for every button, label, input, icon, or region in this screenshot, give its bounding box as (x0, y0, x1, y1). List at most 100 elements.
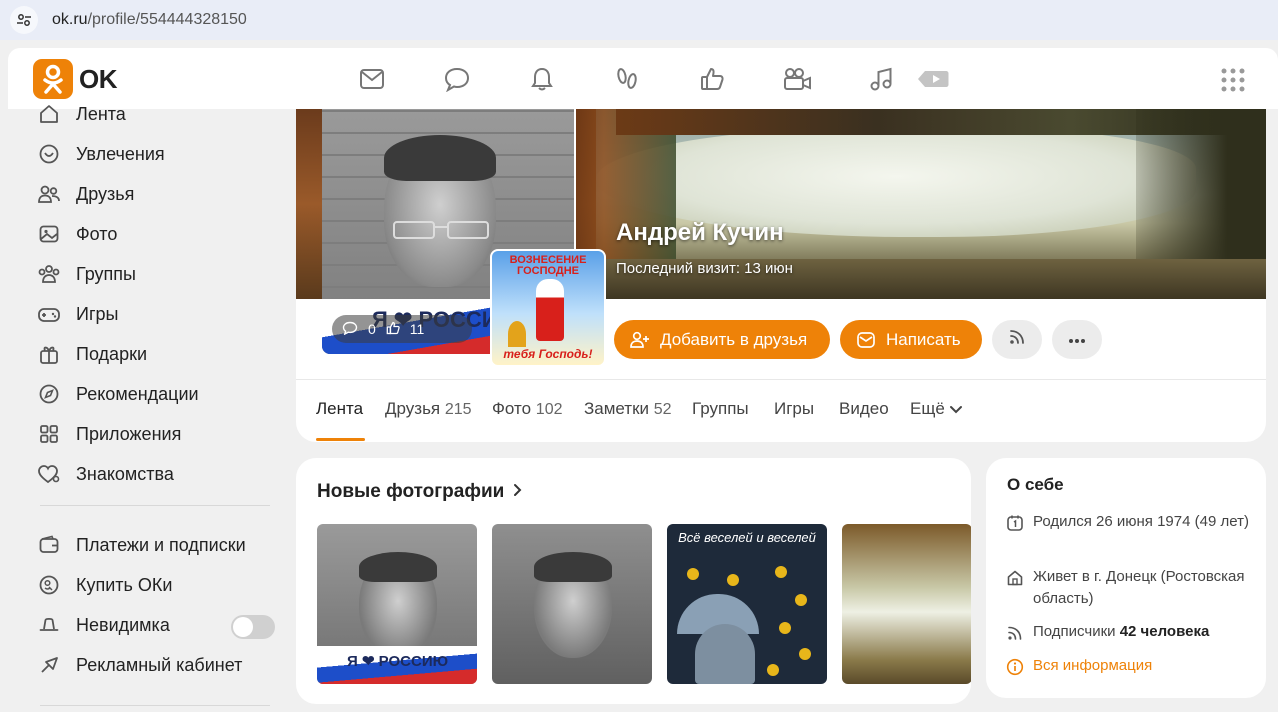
ok-logo[interactable]: OK (33, 59, 118, 99)
footprints-icon[interactable] (612, 64, 642, 94)
mail-icon[interactable] (357, 64, 387, 94)
sidebar-item-label: Друзья (76, 183, 135, 204)
about-lives-row: Живет в г. Донецк (Ростовская область) (1006, 566, 1256, 610)
tab-count: 52 (653, 401, 672, 418)
tab-games[interactable]: Игры (774, 399, 814, 419)
sidebar-item-label: Невидимка (76, 614, 170, 635)
tab-label: Игры (774, 399, 815, 418)
profile-card: Андрей Кучин Последний визит: 13 июн Я ❤… (296, 109, 1266, 442)
add-friend-button[interactable]: Добавить в друзья (614, 320, 830, 359)
sidebar-item-photo[interactable]: Фото (36, 219, 276, 249)
sidebar-item-buy-oks[interactable]: Купить ОКи (36, 570, 276, 600)
sidebar-item-label: Подарки (76, 343, 148, 364)
sidebar-item-label: Игры (76, 303, 119, 324)
photo-thumbnail[interactable] (842, 524, 971, 684)
chevron-right-icon (512, 481, 522, 503)
bell-icon[interactable] (527, 64, 557, 94)
chat-icon[interactable] (442, 64, 472, 94)
about-title: О себе (1007, 475, 1064, 494)
ok-logo-icon (33, 59, 73, 99)
sidebar-item-gifts[interactable]: Подарки (36, 339, 276, 369)
site-settings-icon[interactable] (10, 6, 38, 34)
sidebar-item-label: Приложения (76, 423, 182, 444)
tab-label: Видео (839, 399, 889, 418)
sidebar-item-ad-cabinet[interactable]: Рекламный кабинет (36, 650, 276, 680)
sidebar-item-payments[interactable]: Платежи и подписки (36, 530, 276, 560)
music-icon[interactable] (866, 64, 896, 94)
sidebar-item-feed[interactable]: Лента (36, 99, 276, 129)
thumb-cat (695, 624, 755, 684)
thumb-dot (779, 622, 791, 634)
sidebar-item-friends[interactable]: Друзья (36, 179, 276, 209)
info-icon (1006, 655, 1026, 683)
sidebar-item-apps[interactable]: Приложения (36, 419, 276, 449)
invisible-toggle[interactable] (231, 615, 275, 639)
url-text[interactable]: ok.ru/profile/554444328150 (52, 11, 247, 29)
ok-logo-text: OK (79, 63, 118, 94)
left-sidebar: Лента Увлечения Друзья Фото Группы Игры … (0, 104, 290, 712)
badge-church-dome (508, 321, 526, 347)
rss-small-icon (1006, 621, 1026, 649)
badge-footer: тебя Господь! (503, 347, 593, 361)
ad-cabinet-icon (36, 653, 62, 677)
sidebar-divider (40, 705, 270, 706)
about-subscribers-row[interactable]: Подписчики 42 человека (1006, 621, 1256, 649)
sidebar-item-recommendations[interactable]: Рекомендации (36, 379, 276, 409)
invisible-hat-icon (36, 613, 62, 637)
calendar-icon (1006, 511, 1026, 539)
tab-more[interactable]: Ещё (910, 399, 963, 419)
write-message-button[interactable]: Написать (840, 320, 982, 359)
sidebar-item-label: Платежи и подписки (76, 534, 246, 555)
thumb-dot (799, 648, 811, 660)
compass-icon (36, 382, 62, 406)
avatar-counters[interactable]: 0 11 (332, 315, 472, 343)
photo-icon (36, 222, 62, 246)
tab-video[interactable]: Видео (839, 399, 889, 419)
sidebar-item-label: Рекламный кабинет (76, 654, 243, 675)
new-photos-title[interactable]: Новые фотографии (317, 481, 522, 503)
thumb-dot (775, 566, 787, 578)
subscribe-button[interactable] (992, 320, 1042, 359)
photo-thumbnail[interactable]: Я ❤ РОССИЮ (317, 524, 477, 684)
home-small-icon (1006, 566, 1026, 610)
tab-friends[interactable]: Друзья 215 (385, 399, 472, 419)
like-icon[interactable] (697, 64, 727, 94)
wallet-icon (36, 533, 62, 557)
tab-groups[interactable]: Группы (692, 399, 749, 419)
tab-label: Друзья (385, 399, 441, 418)
sidebar-item-groups[interactable]: Группы (36, 259, 276, 289)
toggle-knob (233, 617, 253, 637)
url-path: /profile/554444328150 (87, 11, 247, 28)
more-dots-icon (1068, 331, 1086, 349)
all-info-link[interactable]: Вся информация (1006, 655, 1256, 683)
gift-badge[interactable]: ВОЗНЕСЕНИЕ ГОСПОДНЕ тебя Господь! (490, 249, 606, 367)
avatar-glasses (393, 221, 489, 239)
subscribers-label: Подписчики (1033, 623, 1116, 640)
photo-thumbnail[interactable]: Всё веселей и веселей (667, 524, 827, 684)
sidebar-item-games[interactable]: Игры (36, 299, 276, 329)
badge-figure (536, 279, 564, 341)
sidebar-item-dating[interactable]: Знакомства (36, 459, 276, 489)
new-photos-title-text: Новые фотографии (317, 481, 505, 502)
photo-thumbnail[interactable] (492, 524, 652, 684)
tab-label: Ещё (910, 399, 945, 418)
sidebar-item-hobbies[interactable]: Увлечения (36, 139, 276, 169)
apps-grid-icon[interactable] (1221, 68, 1245, 92)
comment-icon (342, 321, 358, 338)
add-friend-label: Добавить в друзья (660, 329, 808, 349)
tab-notes[interactable]: Заметки 52 (584, 399, 672, 419)
avatar-comments-count: 0 (368, 321, 376, 337)
about-lives-text: Живет в г. Донецк (Ростовская область) (1033, 568, 1245, 607)
rss-icon (1008, 328, 1026, 351)
tab-feed[interactable]: Лента (316, 399, 363, 419)
more-actions-button[interactable] (1052, 320, 1102, 359)
sidebar-item-label: Знакомства (76, 463, 174, 484)
tab-photo[interactable]: Фото 102 (492, 399, 563, 419)
video-camera-icon[interactable] (782, 64, 812, 94)
add-friend-icon (630, 331, 650, 349)
video-play-icon[interactable] (916, 64, 950, 94)
thumb-dot (687, 568, 699, 580)
thumb-dot (795, 594, 807, 606)
about-born-text: Родился 26 июня 1974 (49 лет) (1033, 513, 1249, 530)
avatar-likes-count: 11 (409, 321, 425, 337)
